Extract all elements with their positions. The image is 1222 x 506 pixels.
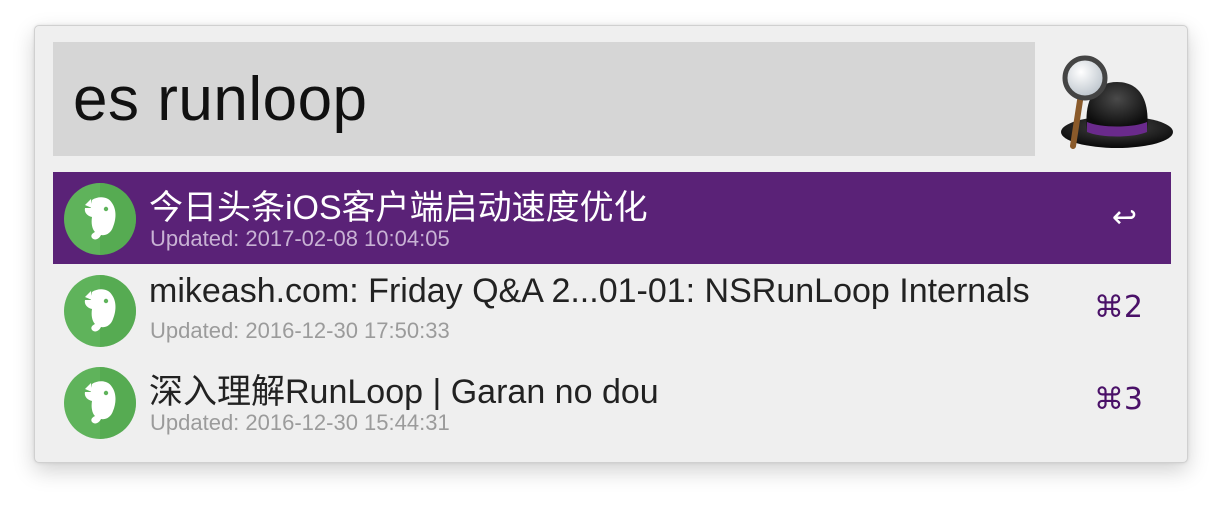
result-title: mikeash.com: Friday Q&A 2...01-01: NSRun… [149, 272, 1030, 310]
search-input[interactable]: es runloop [73, 64, 368, 135]
shortcut-label: ⌘2 [1093, 290, 1143, 325]
alfred-window: es runloop 今日头条iOS客户端启动速度优化 Updated: 201… [34, 25, 1188, 463]
result-title: 今日头条iOS客户端启动速度优化 [149, 189, 648, 227]
search-box[interactable]: es runloop [53, 42, 1035, 156]
alfred-hat-magnifier-icon [1051, 52, 1175, 152]
results-list: 今日头条iOS客户端启动速度优化 Updated: 2017-02-08 10:… [53, 172, 1171, 448]
result-row-2[interactable]: mikeash.com: Friday Q&A 2...01-01: NSRun… [53, 264, 1171, 356]
evernote-elephant-icon [64, 367, 136, 439]
evernote-elephant-icon [64, 275, 136, 347]
result-row-1[interactable]: 今日头条iOS客户端启动速度优化 Updated: 2017-02-08 10:… [53, 172, 1171, 264]
result-subtitle: Updated: 2016-12-30 15:44:31 [150, 410, 450, 435]
shortcut-label: ⌘3 [1093, 382, 1143, 417]
evernote-elephant-icon [64, 183, 136, 255]
result-subtitle: Updated: 2016-12-30 17:50:33 [150, 318, 450, 343]
result-row-3[interactable]: 深入理解RunLoop | Garan no dou Updated: 2016… [53, 356, 1171, 448]
result-title: 深入理解RunLoop | Garan no dou [149, 373, 659, 411]
result-subtitle: Updated: 2017-02-08 10:04:05 [150, 226, 450, 251]
return-key-icon: ↩ [1111, 200, 1137, 235]
